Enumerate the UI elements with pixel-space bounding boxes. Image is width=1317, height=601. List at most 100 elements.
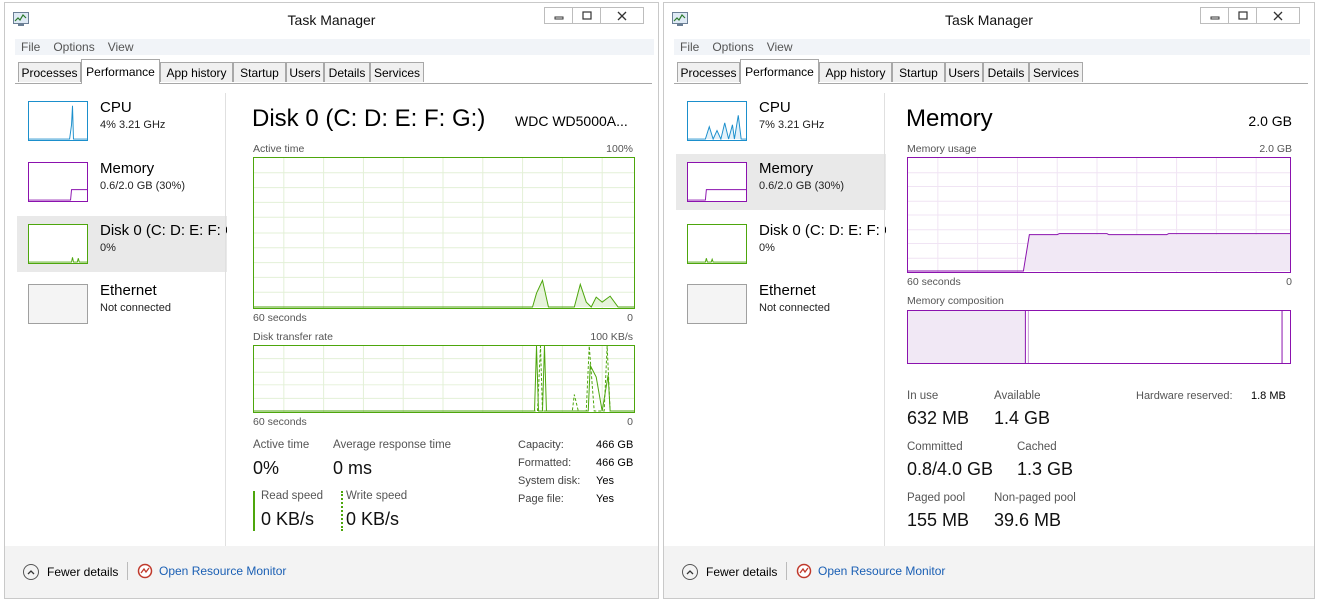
tab-details[interactable]: Details xyxy=(983,62,1029,82)
committed-value: 0.8/4.0 GB xyxy=(907,459,994,479)
disk-detail-pane: Disk 0 (C: D: E: F: G:) WDC WD5000A... A… xyxy=(227,93,650,546)
resource-monitor-label: Open Resource Monitor xyxy=(818,564,946,578)
graph-time-label: 60 seconds xyxy=(253,416,307,428)
disk-model: WDC WD5000A... xyxy=(515,113,628,129)
tab-performance[interactable]: Performance xyxy=(740,59,819,84)
task-manager-window-memory: Task Manager File Options View Processes… xyxy=(663,2,1315,599)
page-title: Memory xyxy=(906,105,993,132)
tab-services[interactable]: Services xyxy=(1029,62,1083,82)
tab-strip: Processes Performance App history Startu… xyxy=(674,59,1308,84)
sidebar-item-sub: 0.6/2.0 GB (30%) xyxy=(100,180,185,192)
memory-composition-bar[interactable] xyxy=(907,310,1291,364)
maximize-icon xyxy=(1237,10,1248,20)
tab-startup[interactable]: Startup xyxy=(233,62,286,82)
chevron-up-icon xyxy=(23,564,39,580)
sidebar-item-sub: Not connected xyxy=(759,302,830,314)
cached-label: Cached xyxy=(1017,441,1057,453)
formatted-value: 466 GB xyxy=(596,457,634,469)
read-speed-value: 0 KB/s xyxy=(261,509,315,529)
footer-bar: Fewer details Open Resource Monitor xyxy=(664,546,1314,598)
pane-divider[interactable] xyxy=(225,93,226,546)
sidebar-item-ethernet[interactable]: Ethernet Not connected xyxy=(17,276,227,332)
transfer-rate-graph xyxy=(253,345,635,413)
fewer-details-label: Fewer details xyxy=(47,565,119,579)
sidebar-item-memory[interactable]: Memory 0.6/2.0 GB (30%) xyxy=(17,154,227,210)
sidebar-item-cpu[interactable]: CPU 7% 3.21 GHz xyxy=(676,93,886,149)
capacity-label: Capacity: xyxy=(518,439,564,451)
graph-label: Memory usage xyxy=(907,143,977,155)
close-button[interactable] xyxy=(1256,7,1300,24)
menu-options[interactable]: Options xyxy=(712,40,753,54)
sidebar-item-label: Ethernet xyxy=(759,282,816,299)
tab-services[interactable]: Services xyxy=(370,62,424,82)
footer-separator xyxy=(127,562,128,580)
title-bar[interactable]: Task Manager xyxy=(664,3,1314,37)
tab-users[interactable]: Users xyxy=(945,62,983,82)
open-resource-monitor-link[interactable]: Open Resource Monitor xyxy=(796,563,945,579)
tab-performance[interactable]: Performance xyxy=(81,59,160,84)
memory-mini-graph xyxy=(687,162,747,202)
sidebar-item-label: Memory xyxy=(100,160,155,177)
sidebar-item-ethernet[interactable]: Ethernet Not connected xyxy=(676,276,886,332)
minimize-icon xyxy=(554,16,563,19)
capacity-value: 466 GB xyxy=(596,439,634,451)
composition-label: Memory composition xyxy=(907,295,1004,307)
cpu-mini-graph xyxy=(28,101,88,141)
maximize-button[interactable] xyxy=(572,7,600,24)
avg-response-label: Average response time xyxy=(333,439,452,451)
sidebar-item-disk[interactable]: Disk 0 (C: D: E: F: G 0% xyxy=(17,216,237,272)
chevron-up-icon xyxy=(682,564,698,580)
pane-divider[interactable] xyxy=(884,93,885,546)
footer-separator xyxy=(786,562,787,580)
write-speed-value: 0 KB/s xyxy=(346,509,400,529)
memory-total: 2.0 GB xyxy=(1248,113,1292,129)
menu-file[interactable]: File xyxy=(21,40,40,54)
disk-mini-graph xyxy=(687,224,747,264)
tab-processes[interactable]: Processes xyxy=(677,62,740,82)
menu-file[interactable]: File xyxy=(680,40,699,54)
close-icon xyxy=(617,11,627,20)
menu-bar: File Options View xyxy=(15,39,654,55)
fewer-details-button[interactable]: Fewer details xyxy=(682,564,777,580)
non-paged-pool-label: Non-paged pool xyxy=(994,492,1076,504)
sidebar-item-memory[interactable]: Memory 0.6/2.0 GB (30%) xyxy=(676,154,886,210)
tab-app-history[interactable]: App history xyxy=(160,62,233,82)
title-bar[interactable]: Task Manager xyxy=(5,3,658,37)
sidebar-item-label: CPU xyxy=(100,99,132,116)
tab-app-history[interactable]: App history xyxy=(819,62,892,82)
memory-detail-pane: Memory 2.0 GB Memory usage 2.0 GB 60 sec… xyxy=(886,93,1306,546)
sidebar-item-label: Ethernet xyxy=(100,282,157,299)
tab-users[interactable]: Users xyxy=(286,62,324,82)
page-title: Disk 0 (C: D: E: F: G:) xyxy=(252,105,486,132)
sidebar-item-sub: 0% xyxy=(100,242,116,254)
footer-bar: Fewer details Open Resource Monitor xyxy=(5,546,658,598)
graph-max-label: 100 KB/s xyxy=(590,331,633,343)
tab-processes[interactable]: Processes xyxy=(18,62,81,82)
graph-label: Disk transfer rate xyxy=(253,331,333,343)
sidebar-item-label: Disk 0 (C: D: E: F: G xyxy=(759,222,896,239)
fewer-details-button[interactable]: Fewer details xyxy=(23,564,118,580)
open-resource-monitor-link[interactable]: Open Resource Monitor xyxy=(137,563,286,579)
menu-view[interactable]: View xyxy=(767,40,793,54)
tab-details[interactable]: Details xyxy=(324,62,370,82)
minimize-button[interactable] xyxy=(1200,7,1228,24)
available-label: Available xyxy=(994,390,1041,402)
sidebar-item-label: CPU xyxy=(759,99,791,116)
tab-startup[interactable]: Startup xyxy=(892,62,945,82)
memory-mini-graph xyxy=(28,162,88,202)
read-speed-marker xyxy=(253,491,255,531)
maximize-button[interactable] xyxy=(1228,7,1256,24)
minimize-button[interactable] xyxy=(544,7,572,24)
sidebar-item-disk[interactable]: Disk 0 (C: D: E: F: G 0% xyxy=(676,216,896,272)
graph-time-label: 60 seconds xyxy=(253,312,307,324)
resource-monitor-icon xyxy=(137,563,153,579)
sidebar-item-sub: Not connected xyxy=(100,302,171,314)
menu-options[interactable]: Options xyxy=(53,40,94,54)
write-speed-marker xyxy=(341,491,343,531)
sidebar-item-cpu[interactable]: CPU 4% 3.21 GHz xyxy=(17,93,227,149)
system-disk-value: Yes xyxy=(596,475,614,487)
close-button[interactable] xyxy=(600,7,644,24)
disk-mini-graph xyxy=(28,224,88,264)
resource-sidebar: CPU 7% 3.21 GHz Memory 0.6/2.0 GB (30%) … xyxy=(664,93,896,546)
menu-view[interactable]: View xyxy=(108,40,134,54)
